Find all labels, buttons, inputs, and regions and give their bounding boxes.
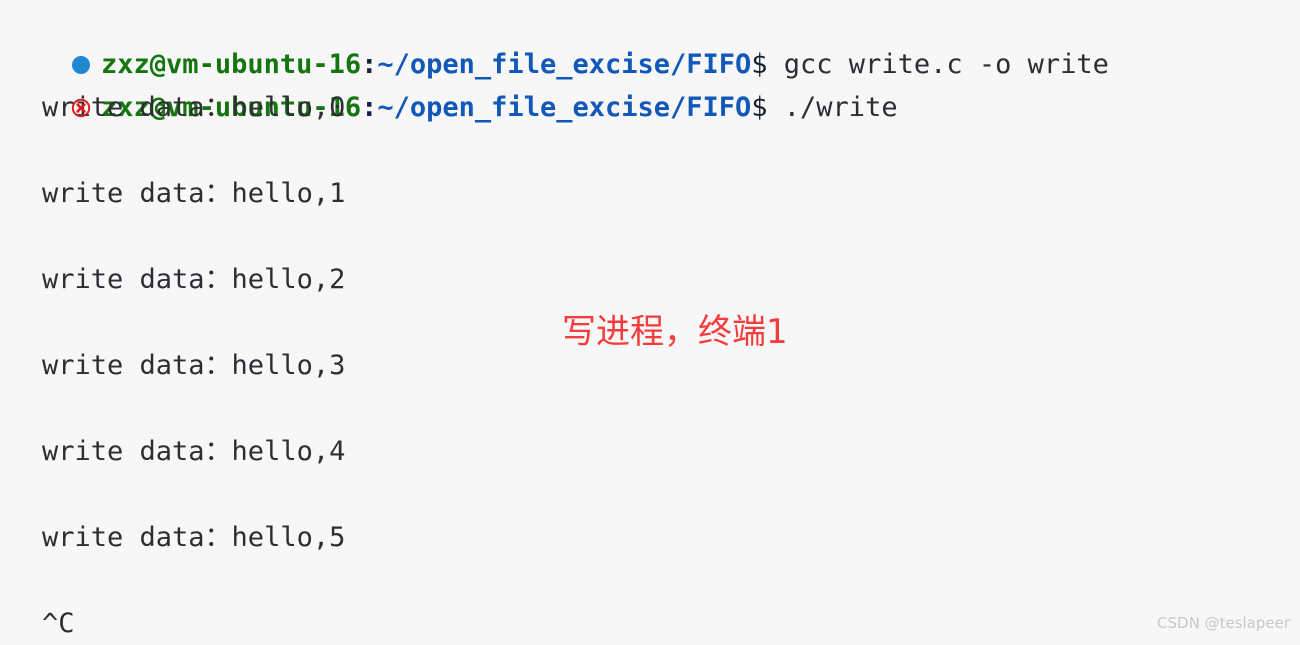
status-dot-running-icon: [71, 42, 101, 85]
terminal-output-text: write data：hello,1: [42, 178, 346, 209]
csdn-watermark: CSDN @teslapeer: [1157, 614, 1290, 632]
terminal-interrupt-line: ^C: [0, 602, 1300, 645]
terminal-output-text: write data：hello,2: [42, 264, 346, 295]
terminal-output-line: write data：hello,5: [0, 516, 1300, 559]
prompt-path: ~/open_file_excise/FIFO: [377, 49, 752, 80]
prompt-sigil: $: [751, 92, 768, 123]
prompt-user-host: zxz@vm-ubuntu-16: [101, 49, 362, 80]
status-error-circle-x-icon: [71, 85, 101, 128]
terminal-output-text: ^C: [42, 608, 75, 639]
terminal-output-text: write data：hello,5: [42, 522, 346, 553]
terminal-command-gcc: gcc write.c -o write: [767, 49, 1109, 80]
terminal-command-run-write: ./write: [767, 92, 898, 123]
terminal-output-text: write data：hello,3: [42, 350, 346, 381]
terminal-output-text: write data：hello,0: [42, 92, 346, 123]
terminal-prompt-line: zxz@vm-ubuntu-16:~/open_file_excise/FIFO…: [0, 0, 1300, 80]
terminal-output-line: write data：hello,4: [0, 430, 1300, 473]
terminal-output-line: write data：hello,1: [0, 172, 1300, 215]
annotation-label-write-process: 写进程，终端1: [562, 312, 788, 352]
prompt-path: ~/open_file_excise/FIFO: [377, 92, 752, 123]
terminal-output-text: write data：hello,4: [42, 436, 346, 467]
terminal-output-line: write data：hello,2: [0, 258, 1300, 301]
prompt-separator: :: [361, 92, 378, 123]
prompt-sigil: $: [751, 49, 768, 80]
prompt-separator: :: [361, 49, 378, 80]
